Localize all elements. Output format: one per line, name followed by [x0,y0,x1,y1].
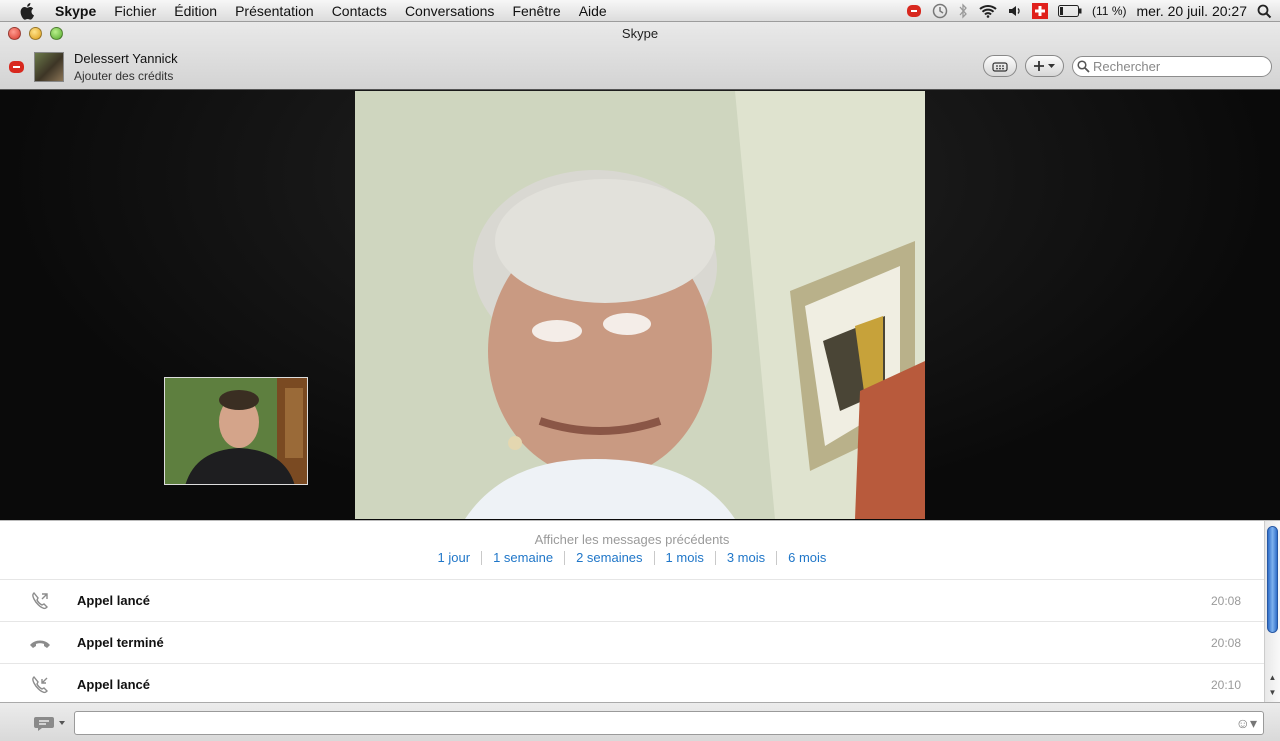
plus-chevron-icon [1033,61,1055,71]
scroll-up-arrow-icon[interactable]: ▲ [1265,671,1280,684]
search-icon [1077,60,1090,73]
menu-aide[interactable]: Aide [570,0,616,22]
online-status-icon[interactable] [8,60,26,79]
show-previous-messages-label: Afficher les messages précédents [534,532,730,547]
event-time: 20:08 [1210,593,1241,608]
menu-app-skype[interactable]: Skype [46,0,105,22]
window-title: Skype [621,26,659,41]
history-link-3-mois[interactable]: 3 mois [716,551,778,565]
conversation-panel: Afficher les messages précédents 1 jour … [0,520,1280,705]
swiss-flag-input-icon[interactable] [1032,0,1049,22]
bluetooth-icon[interactable] [958,0,968,22]
speech-bubble-icon [34,717,65,731]
user-name[interactable]: Delessert Yannick [74,51,178,66]
menu-presentation[interactable]: Présentation [226,0,323,22]
window-toolbar: Skype Delessert Yannick Ajouter des créd… [0,22,1280,90]
menu-conversations[interactable]: Conversations [396,0,504,22]
wifi-icon[interactable] [978,0,998,22]
history-link-1-semaine[interactable]: 1 semaine [482,551,566,565]
remote-participant-image [355,91,925,519]
chat-options-button[interactable] [33,713,69,733]
video-call-area [0,90,1280,520]
call-outgoing-icon [28,589,52,613]
history-link-6-mois[interactable]: 6 mois [777,551,837,565]
add-credits-link[interactable]: Ajouter des crédits [74,69,173,83]
search-input[interactable] [1093,59,1263,74]
event-text: Appel terminé [77,635,164,650]
remote-video-feed[interactable] [355,91,925,519]
event-text: Appel lancé [77,593,150,608]
time-machine-icon[interactable] [932,0,948,22]
spotlight-search-icon[interactable] [1257,0,1272,22]
self-participant-image [165,378,307,484]
dial-pad-button[interactable] [983,55,1017,77]
user-avatar[interactable] [34,52,64,82]
clock[interactable]: mer. 20 juil. 20:27 [1136,3,1247,19]
menu-edition[interactable]: Édition [165,0,226,22]
history-link-2-semaines[interactable]: 2 semaines [565,551,655,565]
volume-icon[interactable] [1008,0,1022,22]
menu-fichier[interactable]: Fichier [105,0,165,22]
list-item[interactable]: Appel lancé 20:10 [0,663,1264,705]
emoticon-picker-icon[interactable]: ☺▾ [1236,715,1257,732]
history-link-1-mois[interactable]: 1 mois [655,551,716,565]
scroll-down-arrow-icon[interactable]: ▼ [1265,686,1280,699]
scrollbar-thumb[interactable] [1267,526,1278,633]
conversation-scrollbar[interactable]: ▲ ▼ [1264,521,1280,703]
menu-bar: Skype Fichier Édition Présentation Conta… [0,0,1280,22]
event-time: 20:08 [1210,635,1241,650]
history-link-1-jour[interactable]: 1 jour [427,551,483,565]
battery-icon[interactable] [1058,0,1082,22]
history-range-links: 1 jour 1 semaine 2 semaines 1 mois 3 moi… [0,551,1264,565]
search-field[interactable] [1072,56,1272,77]
skype-status-icon[interactable] [906,0,922,22]
event-text: Appel lancé [77,677,150,692]
self-video-preview[interactable] [164,377,308,485]
call-ended-icon [28,631,52,655]
message-input-box[interactable]: ☺▾ [74,711,1264,735]
battery-percentage: (11 %) [1092,4,1127,18]
event-time: 20:10 [1210,677,1241,692]
dial-pad-icon [992,62,1008,72]
apple-menu-icon[interactable] [18,2,38,20]
status-menu-extras: (11 %) mer. 20 juil. 20:27 [906,0,1272,22]
list-item[interactable]: Appel terminé 20:08 [0,621,1264,663]
message-input[interactable] [75,712,1225,734]
menu-contacts[interactable]: Contacts [323,0,396,22]
menu-fenetre[interactable]: Fenêtre [503,0,569,22]
list-item[interactable]: Appel lancé 20:08 [0,579,1264,621]
add-contact-button[interactable] [1025,55,1064,77]
call-incoming-icon [28,673,52,697]
message-composer: ☺▾ [0,702,1280,741]
